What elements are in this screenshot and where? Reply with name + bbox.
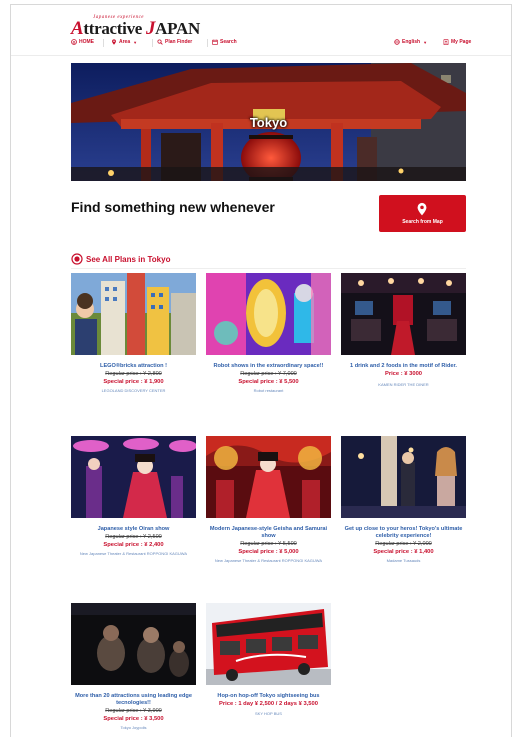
plan-photo-lego: [71, 273, 196, 355]
logo-text-ttractive: ttractive: [83, 19, 146, 38]
plan-regular-price: Regular price : ¥ 7,000: [240, 371, 297, 377]
search-from-map-label: Search from Map: [402, 219, 443, 225]
nav-language[interactable]: English ▼: [394, 39, 427, 45]
section-divider: [71, 268, 466, 269]
plan-special-price: Special price : ¥ 1,900: [103, 379, 164, 385]
user-book-icon: [443, 39, 449, 45]
plan-image[interactable]: [71, 436, 196, 518]
plan-special-price: Special price : ¥ 5,500: [238, 379, 299, 385]
see-all-plans-label: See All Plans in Tokyo: [86, 254, 171, 264]
page-headline: Find something new whenever: [71, 199, 275, 215]
plan-title[interactable]: Robot shows in the extraordinary space!!: [206, 363, 331, 370]
plan-regular-price: Regular price : ¥ 5,500: [240, 541, 297, 547]
map-pin-icon: [112, 39, 116, 45]
nav-search[interactable]: Search: [212, 39, 237, 45]
plan-image[interactable]: [71, 273, 196, 355]
plan-title[interactable]: Hop-on hop-off Tokyo sightseeing bus: [206, 693, 331, 700]
plan-card-oiran[interactable]: Japanese style Oiran show Regular price …: [71, 436, 196, 556]
search-icon: [157, 39, 163, 45]
plan-card-madame-tussauds[interactable]: Get up close to your heros! Tokyo's ulti…: [341, 436, 466, 563]
logo-wordmark: Attractive JAPAN: [71, 18, 200, 40]
plan-special-price: Special price : ¥ 3,500: [103, 716, 164, 722]
plan-card-lego[interactable]: LEGO®bricks attraction ! Regular price :…: [71, 273, 196, 393]
plan-image[interactable]: [341, 273, 466, 355]
search-from-map-button[interactable]: Search from Map: [379, 195, 466, 232]
plan-photo-robot: [206, 273, 331, 355]
plan-regular-price: Regular price : ¥ 2,500: [105, 534, 162, 540]
plan-special-price: Special price : ¥ 5,000: [238, 549, 299, 555]
see-all-plans-link[interactable]: See All Plans in Tokyo: [71, 253, 170, 265]
plan-venue[interactable]: Tokyo Joypolis: [71, 725, 196, 730]
hero-city-title: Tokyo: [249, 115, 288, 130]
plan-photo-bus: [206, 603, 331, 685]
nav-divider: [103, 39, 104, 47]
plan-title[interactable]: 1 drink and 2 foods in the motif of Ride…: [341, 363, 466, 370]
plan-image[interactable]: [341, 436, 466, 518]
plan-photo-tussauds: [341, 436, 466, 518]
plan-card-rider-diner[interactable]: 1 drink and 2 foods in the motif of Ride…: [341, 273, 466, 387]
map-pin-icon: [417, 202, 427, 216]
plan-card-robot[interactable]: Robot shows in the extraordinary space!!…: [206, 273, 331, 393]
plan-image[interactable]: [71, 603, 196, 685]
header-divider: [11, 55, 511, 56]
plan-card-joypolis[interactable]: More than 20 attractions using leading e…: [71, 603, 196, 730]
page-frame: Japanese experience Attractive JAPAN HOM…: [10, 4, 512, 737]
nav-plan-finder[interactable]: Plan Finder: [157, 39, 192, 45]
logo-letter-j: J: [145, 18, 156, 39]
nav-home[interactable]: HOME: [71, 39, 94, 45]
plan-photo-geisha: [206, 436, 331, 518]
plan-regular-price: Regular price : ¥ 2,000: [375, 541, 432, 547]
plan-title[interactable]: LEGO®bricks attraction !: [71, 363, 196, 370]
plan-special-price: Special price : ¥ 1,400: [373, 549, 434, 555]
nav-language-label: English: [402, 39, 421, 45]
plan-venue[interactable]: Robot restaurant: [206, 388, 331, 393]
plan-price: Price : ¥ 3000: [384, 371, 423, 377]
plan-regular-price: Regular price : ¥ 2,800: [105, 371, 162, 377]
hero-banner: Tokyo: [71, 63, 466, 181]
plan-venue[interactable]: LEGOLAND DISCOVERY CENTER: [71, 388, 196, 393]
main-nav: HOME Area ▼ Plan Finder Search English ▼…: [71, 39, 471, 51]
plan-image[interactable]: [206, 436, 331, 518]
home-icon: [71, 39, 77, 45]
nav-my-page[interactable]: My Page: [443, 39, 471, 45]
chevron-down-icon: ▼: [423, 39, 428, 45]
plan-venue[interactable]: SKY HOP BUS: [206, 711, 331, 716]
plan-special-price: Special price : ¥ 2,400: [103, 542, 164, 548]
nav-divider: [152, 39, 153, 47]
plan-venue[interactable]: New Japanese Theater & Restaurant ROPPON…: [71, 551, 196, 556]
logo-letter-a: A: [71, 18, 84, 39]
nav-search-label: Search: [220, 39, 237, 45]
calendar-icon: [212, 39, 218, 45]
plan-price: Price : 1 day ¥ 2,500 / 2 days ¥ 3,500: [219, 701, 318, 707]
nav-area[interactable]: Area ▼: [111, 39, 137, 45]
plan-title[interactable]: Get up close to your heros! Tokyo's ulti…: [341, 526, 466, 540]
plan-image[interactable]: [206, 273, 331, 355]
logo-text-apan: APAN: [155, 19, 200, 38]
nav-divider: [207, 39, 208, 47]
plan-title[interactable]: More than 20 attractions using leading e…: [71, 693, 196, 707]
plan-card-sky-hop-bus[interactable]: Hop-on hop-off Tokyo sightseeing bus Pri…: [206, 603, 331, 716]
nav-home-label: HOME: [79, 39, 94, 45]
nav-my-page-label: My Page: [451, 39, 472, 45]
site-logo[interactable]: Japanese experience Attractive JAPAN: [71, 15, 200, 41]
plan-photo-diner: [341, 273, 466, 355]
plan-title[interactable]: Modern Japanese-style Geisha and Samurai…: [206, 526, 331, 540]
plan-image[interactable]: [206, 603, 331, 685]
target-icon: [71, 253, 83, 265]
plan-photo-oiran: [71, 436, 196, 518]
plan-photo-joypolis: [71, 603, 196, 685]
nav-plan-finder-label: Plan Finder: [165, 39, 193, 45]
chevron-down-icon: ▼: [133, 39, 138, 45]
nav-area-label: Area: [119, 39, 131, 45]
plan-venue[interactable]: Madame Tussauds: [341, 558, 466, 563]
plan-title[interactable]: Japanese style Oiran show: [71, 526, 196, 533]
plan-card-geisha[interactable]: Modern Japanese-style Geisha and Samurai…: [206, 436, 331, 563]
plan-regular-price: Regular price : ¥ 3,900: [105, 708, 162, 714]
plan-venue[interactable]: New Japanese Theater & Restaurant ROPPON…: [206, 558, 331, 563]
plan-venue[interactable]: KAMEN RIDER THE DINER: [341, 382, 466, 387]
globe-icon: [394, 39, 400, 45]
